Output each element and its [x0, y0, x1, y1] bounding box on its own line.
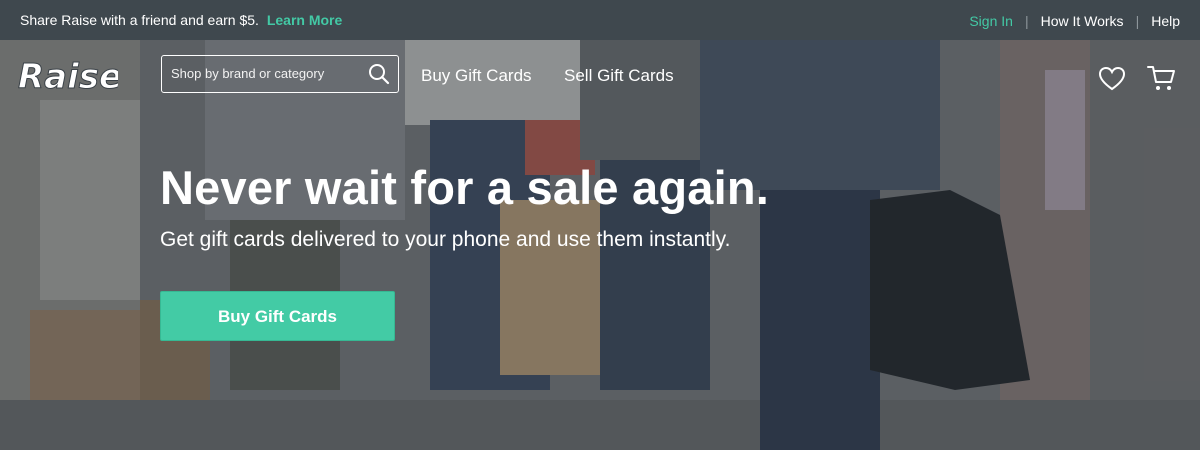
- raise-logo[interactable]: Raise: [16, 52, 123, 103]
- cart-icon: [1147, 66, 1175, 90]
- hero-headline: Never wait for a sale again.: [160, 161, 770, 214]
- promo-banner: Share Raise with a friend and earn $5. L…: [20, 12, 342, 28]
- top-bar: Share Raise with a friend and earn $5. L…: [0, 0, 1200, 40]
- heart-icon: [1098, 66, 1126, 91]
- help-link[interactable]: Help: [1151, 13, 1180, 29]
- search-box: [161, 55, 399, 93]
- top-links: Sign In | How It Works | Help: [969, 13, 1180, 29]
- cart-button[interactable]: [1146, 63, 1176, 98]
- favorites-button[interactable]: [1098, 66, 1126, 97]
- search-input[interactable]: [162, 56, 362, 91]
- nav-buy-gift-cards[interactable]: Buy Gift Cards: [421, 66, 532, 86]
- raise-logo-mark: Raise: [18, 57, 123, 98]
- nav-sell-gift-cards[interactable]: Sell Gift Cards: [564, 66, 674, 86]
- hero-subheadline: Get gift cards delivered to your phone a…: [160, 228, 731, 251]
- sign-in-link[interactable]: Sign In: [969, 13, 1013, 29]
- how-it-works-link[interactable]: How It Works: [1041, 13, 1124, 29]
- hero-section: Raise Buy Gift Cards Sell Gift Cards Nev…: [0, 40, 1200, 450]
- search-icon: [369, 64, 390, 85]
- buy-gift-cards-button[interactable]: Buy Gift Cards: [160, 291, 395, 341]
- separator: |: [1135, 13, 1140, 29]
- svg-text:Raise: Raise: [18, 57, 118, 97]
- learn-more-link[interactable]: Learn More: [267, 12, 342, 28]
- search-button[interactable]: [368, 63, 390, 85]
- separator: |: [1024, 13, 1029, 29]
- promo-text: Share Raise with a friend and earn $5.: [20, 12, 259, 28]
